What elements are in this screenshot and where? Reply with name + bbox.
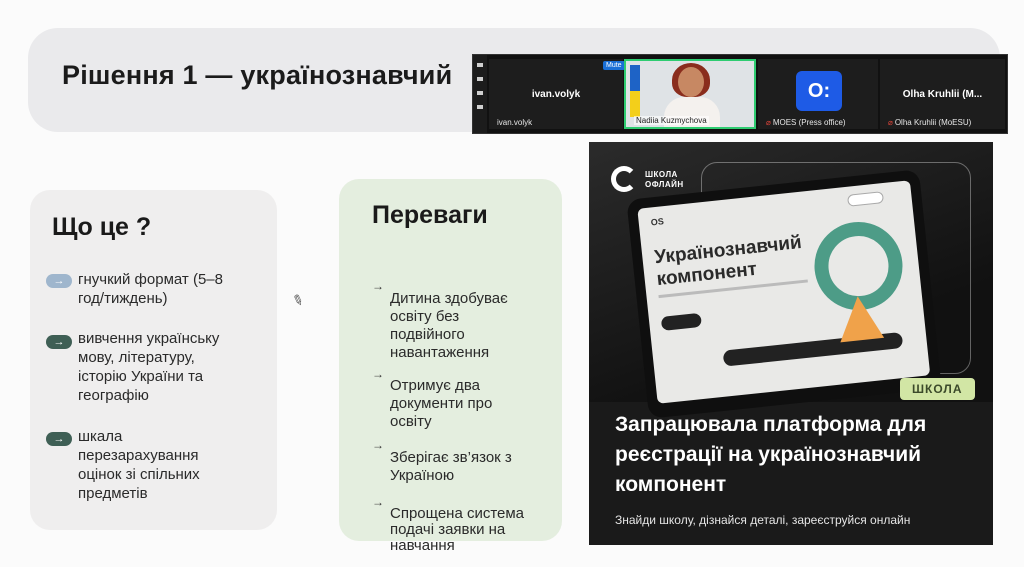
arrow-right-icon: → xyxy=(372,438,384,452)
video-call-strip[interactable]: ivan.volyk Mute ... ivan.volyk Nadiia Ku… xyxy=(472,54,1008,134)
flag-icon xyxy=(630,65,640,91)
pen-cursor-icon: ✎ xyxy=(289,290,307,310)
participant-tile[interactable]: Olha Kruhlii (M... ⌀ Olha Kruhlii (MoESU) xyxy=(880,59,1005,129)
promo-headline: Запрацювала платформа для реєстрації на … xyxy=(615,413,927,496)
logo-text: ОФЛАЙН xyxy=(645,180,684,189)
participant-display-name: ivan.volyk xyxy=(531,89,581,100)
school-offline-logo-icon xyxy=(611,166,637,192)
what-is-it-heading: Що це ? xyxy=(52,213,152,241)
arrow-right-icon: → xyxy=(372,367,384,381)
participant-name: ⌀ MOES (Press office) xyxy=(766,118,846,127)
screen-logo: OS xyxy=(650,216,665,228)
arrow-right-icon: → xyxy=(46,274,72,288)
slide-title: Рішення 1 — українознавчий xyxy=(62,60,453,90)
list-item: Зберігає зв’язок з Україною xyxy=(390,449,512,484)
mic-muted-icon: ⌀ xyxy=(766,118,771,127)
list-item: Спрощена система подачі заявки на навчанн… xyxy=(390,505,525,554)
participant-name: Nadiia Kuzmychova xyxy=(634,116,709,125)
participant-tile[interactable]: ivan.volyk Mute ... ivan.volyk xyxy=(489,59,637,129)
school-badge: ШКОЛА xyxy=(900,378,975,400)
participant-display-name: Olha Kruhlii (M... xyxy=(902,89,983,100)
moes-logo-icon: O: xyxy=(796,71,842,111)
cone-shape-icon xyxy=(835,294,885,343)
laptop-illustration: OS Українознавчий компонент xyxy=(626,169,942,419)
arrow-right-icon: → xyxy=(372,495,384,509)
logo-text: ШКОЛА xyxy=(645,170,678,179)
presentation-slide: Рішення 1 — українознавчий Що це ? → гну… xyxy=(0,0,1024,567)
promo-image: ШКОЛА ОФЛАЙН OS Українознавчий компонент… xyxy=(589,142,993,545)
list-item: Дитина здобуває освіту без подвійного нава… xyxy=(390,290,508,361)
list-item: шкала перезарахування оцінок зі спільних п… xyxy=(78,428,200,502)
advantages-heading: Переваги xyxy=(372,201,488,229)
list-item: Отримує два документи про освіту xyxy=(390,377,493,430)
arrow-right-icon: → xyxy=(372,279,384,293)
promo-subline: Знайди школу, дізнайся деталі, зареєстру… xyxy=(615,513,911,527)
arrow-right-icon: → xyxy=(46,335,72,349)
strip-toolbar[interactable] xyxy=(473,55,487,133)
participant-name: ⌀ Olha Kruhlii (MoESU) xyxy=(888,118,972,127)
mic-muted-icon: ⌀ xyxy=(888,118,893,127)
list-item: гнучкий формат (5–8 год/тиждень) xyxy=(78,271,223,307)
participant-tile[interactable]: O: ⌀ MOES (Press office) xyxy=(758,59,878,129)
participant-name: ivan.volyk xyxy=(497,118,533,127)
list-item: вивчення українську мову, літературу, іст… xyxy=(78,330,220,404)
mute-button[interactable]: Mute xyxy=(603,61,625,70)
arrow-right-icon: → xyxy=(46,432,72,446)
participant-tile-active[interactable]: Nadiia Kuzmychova xyxy=(624,59,756,129)
